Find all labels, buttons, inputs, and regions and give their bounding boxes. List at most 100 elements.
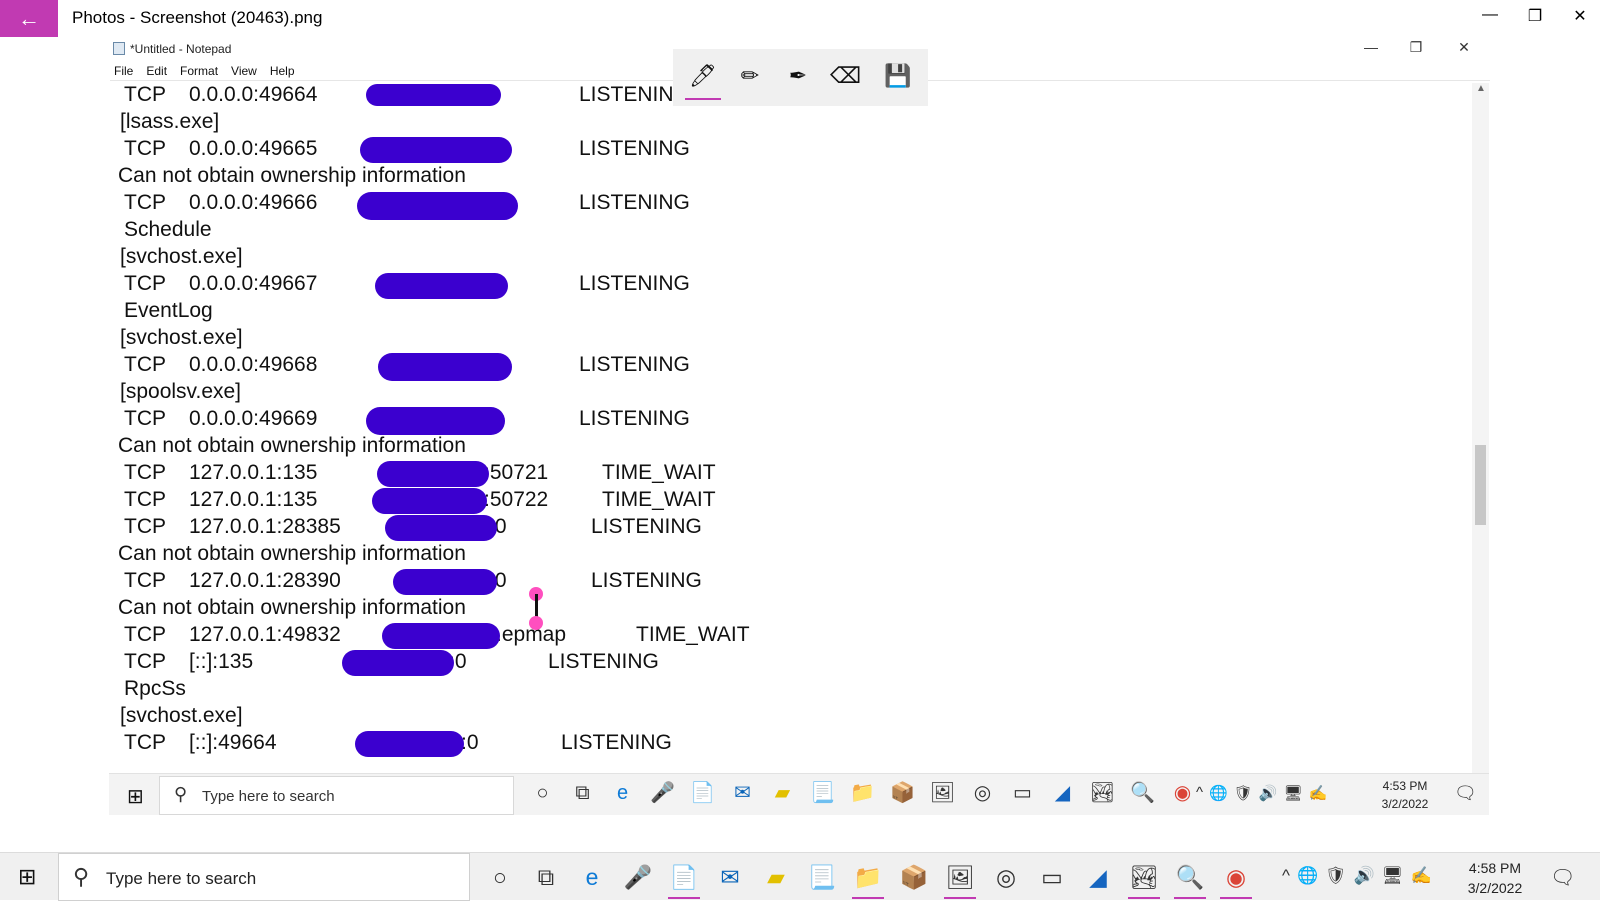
text-line: TCP 0.0.0.0:49669 [124, 407, 318, 430]
redaction-mark [355, 731, 464, 757]
notepad-app-icon[interactable]: 📄 [668, 861, 700, 899]
text-line: TCP 127.0.0.1:28385 [124, 515, 341, 538]
text-line: TCP 127.0.0.1:135 [124, 461, 318, 484]
taskbar-time: 4:58 PM [1468, 860, 1522, 876]
notepad-text-area[interactable]: TCP 0.0.0.0:49664 [lsass.exe] TCP 0.0.0.… [118, 81, 1438, 791]
mail-icon[interactable]: ✉ [714, 861, 746, 893]
inner-date: 3/2/2022 [1381, 797, 1429, 811]
menu-help[interactable]: Help [270, 64, 295, 78]
connection-state: LISTENING [591, 515, 702, 538]
pen-icon[interactable]: ✍ [1411, 866, 1432, 886]
cortana-icon[interactable]: ○ [484, 861, 516, 893]
microphone-icon[interactable]: 🎤 [622, 861, 654, 893]
globe-icon[interactable]: 🌐 [1297, 866, 1318, 886]
edge-icon[interactable]: e [576, 861, 608, 893]
menu-edit[interactable]: Edit [146, 64, 167, 78]
taskbar-search-box[interactable]: ⚲ Type here to search [58, 853, 470, 901]
connection-state: LISTENING [548, 650, 659, 673]
notification-center-icon[interactable]: 🗨 [1550, 865, 1575, 890]
globe-icon: 🌐 [1209, 785, 1228, 802]
photos-app-icon[interactable]: 🏞 [1128, 861, 1160, 899]
text-line: Can not obtain ownership information [118, 164, 466, 187]
terminal-icon[interactable]: ▭ [1036, 861, 1068, 893]
start-button[interactable]: ⊞ [18, 864, 36, 890]
shield-icon[interactable]: 🛡 [1325, 866, 1347, 886]
selection-handle-bottom[interactable] [529, 616, 543, 630]
file-explorer-icon: 📁 [850, 782, 875, 804]
connection-state: LISTENING [579, 407, 690, 430]
restore-button[interactable]: ❐ [1525, 6, 1545, 26]
calligraphy-pen-icon[interactable]: ✒ [783, 61, 813, 91]
task-view-icon[interactable]: ⧉ [530, 861, 562, 893]
photos-app-icon: 🏞 [1089, 782, 1116, 804]
taskbar-clock[interactable]: 4:58 PM 3/2/2022 [1450, 858, 1540, 898]
inner-time: 4:53 PM [1382, 779, 1428, 793]
connection-state: LISTENING [579, 353, 690, 376]
app-circle-icon[interactable]: ◎ [990, 861, 1022, 893]
back-arrow-icon: ← [18, 6, 40, 31]
foreign-port: :50721 [484, 461, 549, 484]
taskbar: ⊞ ⚲ Type here to search ○ ⧉ e 🎤 📄 ✉ ▰ 📃 … [0, 852, 1600, 901]
system-tray: ^ 🌐 🛡 🔊 🖥 ✍ [1282, 866, 1432, 886]
notepad-icon [113, 42, 125, 55]
image-viewer-icon: 🖼 [929, 782, 956, 804]
cortana-icon: ○ [536, 782, 549, 804]
terminal-icon: ▭ [1013, 782, 1032, 804]
chevron-up-icon[interactable]: ^ [1282, 866, 1290, 886]
sticky-notes-icon: ▰ [774, 782, 791, 804]
inner-system-tray: ^ 🌐 🛡 🔊 🖥 ✍ [1196, 784, 1327, 802]
connection-state: TIME_WAIT [636, 623, 750, 646]
chrome-icon[interactable]: ◉ [1220, 861, 1252, 899]
save-icon[interactable]: 💾 [883, 61, 913, 91]
text-line: [lsass.exe] [120, 110, 220, 133]
wireshark-icon[interactable]: ◢ [1082, 861, 1114, 893]
document-icon[interactable]: 📃 [806, 861, 838, 893]
taskbar-apps: ○ ⧉ e 🎤 📄 ✉ ▰ 📃 📁 📦 🖼 ◎ ▭ ◢ 🏞 🔍 ◉ [484, 861, 1252, 899]
text-line: TCP 127.0.0.1:28390 [124, 569, 341, 592]
text-line: TCP [::]:135 [124, 650, 254, 673]
connection-state: LISTENING [579, 137, 690, 160]
notepad-restore-button[interactable]: ❐ [1407, 39, 1425, 56]
redaction-mark [360, 137, 512, 163]
notepad-minimize-button[interactable]: — [1362, 39, 1380, 55]
magnifier-icon: 🔍 [1130, 782, 1155, 804]
close-button[interactable]: ✕ [1570, 6, 1590, 26]
sticky-notes-icon[interactable]: ▰ [760, 861, 792, 893]
file-explorer-icon[interactable]: 📁 [852, 861, 884, 899]
inner-taskbar-apps: ○ ⧉ e 🎤 📄 ✉ ▰ 📃 📁 📦 🖼 ◎ ▭ ◢ 🏞 🔍 ◉ [529, 780, 1196, 807]
search-icon: ⚲ [174, 784, 188, 804]
redaction-mark [366, 84, 501, 106]
menu-format[interactable]: Format [180, 64, 218, 78]
eraser-icon[interactable]: ⌫ [830, 61, 861, 91]
scrollbar-thumb[interactable] [1475, 445, 1486, 525]
photo-viewer[interactable]: *Untitled - Notepad — ❐ ✕ File Edit Form… [0, 37, 1600, 852]
photos-titlebar: ← Photos - Screenshot (20463).png — ❐ ✕ [0, 0, 1600, 37]
connection-state: TIME_WAIT [602, 488, 716, 511]
ballpoint-pen-icon[interactable]: 🖊 [688, 61, 718, 91]
minimize-button[interactable]: — [1480, 6, 1500, 24]
text-line: TCP 0.0.0.0:49664 [124, 83, 318, 106]
vertical-scrollbar[interactable]: ▲ ▼ [1472, 83, 1489, 803]
document-icon: 📃 [810, 782, 835, 804]
menu-file[interactable]: File [114, 64, 133, 78]
foreign-port: :50722 [484, 488, 549, 511]
pencil-icon[interactable]: ✏ [735, 61, 765, 91]
text-line: TCP [::]:49664 [124, 731, 277, 754]
package-icon[interactable]: 📦 [898, 861, 930, 893]
start-icon: ⊞ [127, 786, 144, 808]
ink-toolbar: 🖊 ✏ ✒ ⌫ 💾 [673, 49, 928, 106]
chrome-icon: ◉ [1173, 782, 1192, 804]
scroll-up-arrow-icon[interactable]: ▲ [1476, 83, 1486, 94]
text-line: TCP 127.0.0.1:135 [124, 488, 318, 511]
speaker-icon[interactable]: 🔊 [1354, 866, 1375, 886]
magnifier-icon[interactable]: 🔍 [1174, 861, 1206, 899]
notification-icon: 🗨 [1454, 783, 1477, 803]
back-button[interactable]: ← [0, 0, 58, 37]
notepad-close-button[interactable]: ✕ [1455, 39, 1473, 56]
image-viewer-icon[interactable]: 🖼 [944, 861, 976, 899]
display-icon[interactable]: 🖥 [1382, 866, 1404, 886]
inner-clock: 4:53 PM 3/2/2022 [1369, 777, 1441, 813]
text-line: [svchost.exe] [120, 704, 243, 727]
inner-search-placeholder: Type here to search [202, 788, 335, 805]
menu-view[interactable]: View [231, 64, 257, 78]
